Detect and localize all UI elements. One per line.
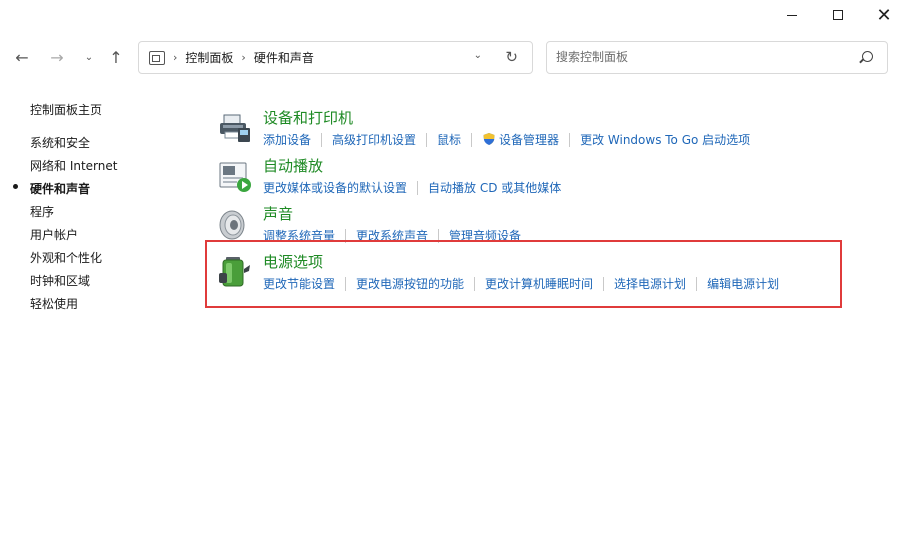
sidebar-item-user-accounts[interactable]: 用户帐户 [30,226,78,243]
back-button[interactable]: ← [11,45,33,69]
link-divider [569,132,571,147]
chevron-down-icon: ⌄ [84,51,94,63]
sidebar-item-hardware-sound[interactable]: 硬件和声音 [30,180,90,197]
close-icon: ✕ [876,4,892,26]
search-box [546,41,888,74]
refresh-icon[interactable]: ↻ [505,48,518,66]
search-icon[interactable] [862,51,873,62]
link-device-manager-label: 设备管理器 [499,133,560,147]
category-autoplay: 自动播放 更改媒体或设备的默认设置 自动播放 CD 或其他媒体 [218,155,838,199]
breadcrumb-hardware-and-sound[interactable]: 硬件和声音 [254,49,314,66]
link-autoplay-cd[interactable]: 自动播放 CD 或其他媒体 [428,179,561,196]
up-button[interactable]: ↑ [105,45,127,69]
sidebar-item-appearance[interactable]: 外观和个性化 [30,249,102,266]
link-advanced-printer-setup[interactable]: 高级打印机设置 [332,131,416,148]
breadcrumb-separator-icon: › [173,51,178,64]
uac-shield-icon [483,133,495,145]
printer-icon[interactable] [218,111,252,145]
category-title[interactable]: 声音 [263,203,293,224]
maximize-button[interactable] [815,0,861,30]
category-devices-printers: 设备和打印机 添加设备 高级打印机设置 鼠标 设备管理器 更改 Windows … [218,107,838,151]
link-add-device[interactable]: 添加设备 [263,131,311,148]
minimize-button[interactable] [769,0,815,30]
arrow-right-icon: → [50,47,64,67]
current-item-bullet-icon [13,184,18,189]
autoplay-icon[interactable] [218,159,252,193]
link-divider [471,132,473,147]
breadcrumb-separator-icon: › [241,51,246,64]
link-device-manager[interactable]: 设备管理器 [482,131,559,148]
address-bar[interactable]: › 控制面板 › 硬件和声音 ⌄ ↻ [138,41,533,74]
category-title[interactable]: 自动播放 [263,155,323,176]
close-button[interactable]: ✕ [861,0,907,30]
category-links: 更改媒体或设备的默认设置 自动播放 CD 或其他媒体 [263,179,561,196]
navigation-bar: ← → ⌄ ↑ › 控制面板 › 硬件和声音 ⌄ ↻ [0,40,907,76]
category-title[interactable]: 设备和打印机 [263,107,353,128]
control-panel-icon [149,50,165,65]
speaker-icon[interactable] [218,207,252,241]
sidebar-item-ease-of-access[interactable]: 轻松使用 [30,295,78,312]
sidebar-item-system-security[interactable]: 系统和安全 [30,134,90,151]
sidebar-item-home[interactable]: 控制面板主页 [30,101,102,118]
link-divider [417,180,419,195]
link-divider [426,132,428,147]
sidebar-item-network[interactable]: 网络和 Internet [30,157,117,174]
link-windows-to-go[interactable]: 更改 Windows To Go 启动选项 [580,131,750,148]
link-change-media-defaults[interactable]: 更改媒体或设备的默认设置 [263,179,407,196]
link-divider [321,132,323,147]
sidebar-item-clock-region[interactable]: 时钟和区域 [30,272,90,289]
breadcrumb-control-panel[interactable]: 控制面板 [185,49,233,66]
category-links: 添加设备 高级打印机设置 鼠标 设备管理器 更改 Windows To Go 启… [263,131,750,148]
highlight-box [205,240,842,308]
minimize-icon [787,14,797,16]
window-controls: ✕ [769,0,907,30]
arrow-up-icon: ↑ [109,47,123,67]
address-dropdown-icon[interactable]: ⌄ [474,50,482,61]
maximize-icon [833,10,843,20]
sidebar-item-programs[interactable]: 程序 [30,203,54,220]
recent-locations-button[interactable]: ⌄ [78,45,100,69]
forward-button[interactable]: → [46,45,68,69]
search-input[interactable] [556,50,836,64]
arrow-left-icon: ← [15,47,29,67]
link-mouse[interactable]: 鼠标 [437,131,461,148]
